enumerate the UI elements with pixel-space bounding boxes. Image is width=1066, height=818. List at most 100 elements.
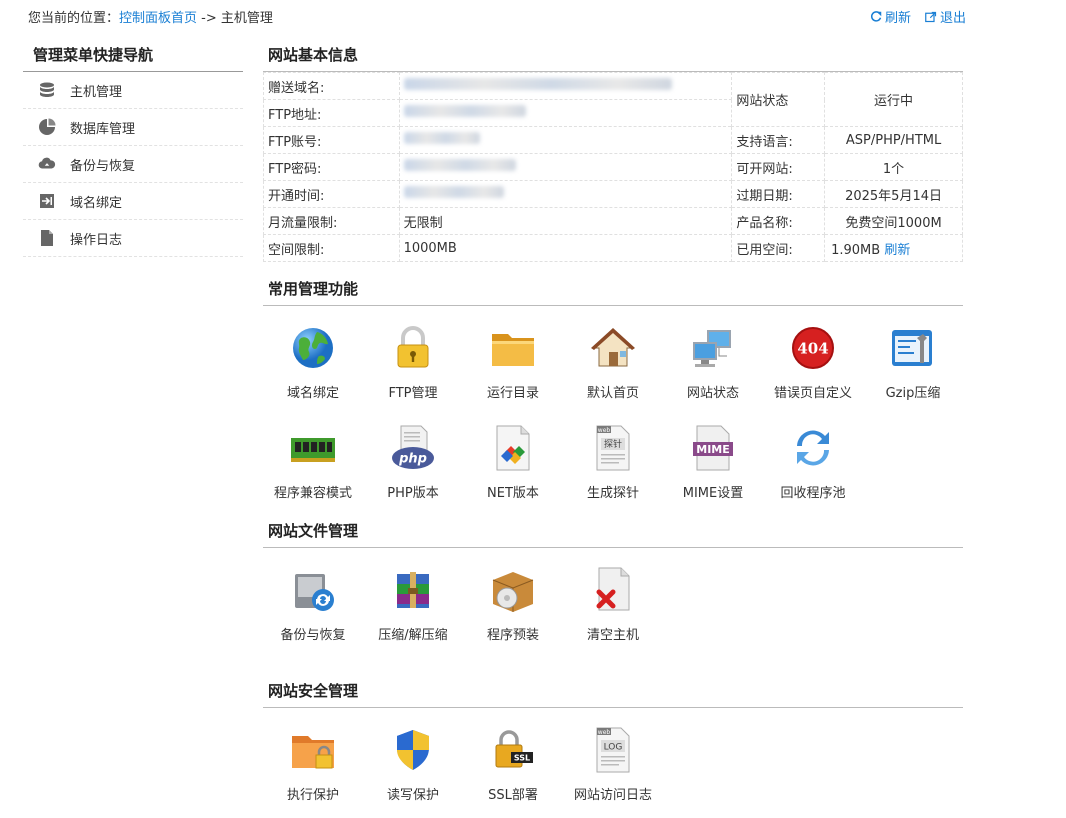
tile-gzip[interactable]: Gzip压缩 [863,318,963,418]
tile-backup-restore[interactable]: 备份与恢复 [263,560,363,660]
sidebar-item-label: 主机管理 [70,84,123,100]
tile-label: 备份与恢复 [280,628,346,643]
ssl-lock-icon: SSL [489,726,537,774]
used-refresh-link[interactable]: 刷新 [884,243,910,258]
tile-label: 默认首页 [586,386,639,401]
section-security: 网站安全管理 执行保护 读写保护 SSL SSL部署 web LOG 网站访问日志 [263,678,963,818]
label-ftp-address: FTP地址: [263,99,400,127]
sidebar-item-label: 操作日志 [70,232,123,248]
value-traffic: 无限制 [398,207,733,235]
breadcrumb-separator: -> [197,11,221,26]
tile-label: FTP管理 [388,386,438,401]
tile-label: 域名绑定 [286,386,339,401]
tile-label: 执行保护 [286,788,339,803]
globe-icon [289,324,337,372]
value-ftp-user [398,126,733,154]
tile-label: 网站状态 [686,386,739,401]
tile-default-page[interactable]: 默认首页 [563,318,663,418]
tile-ssl[interactable]: SSL SSL部署 [463,720,563,818]
log-text: LOG [604,743,623,753]
label-status: 网站状态 [731,72,826,127]
sidebar-title: 管理菜单快捷导航 [23,42,243,72]
tile-access-log[interactable]: web LOG 网站访问日志 [563,720,663,818]
install-box-icon [489,566,537,614]
delete-document-icon [589,566,637,614]
tile-domain-binding[interactable]: 域名绑定 [263,318,363,418]
tile-php-version[interactable]: php PHP版本 [363,418,463,518]
mime-document-icon: MIME [689,424,737,472]
tile-compat-mode[interactable]: 程序兼容模式 [263,418,363,518]
refresh-link[interactable]: 刷新 [870,7,911,26]
log-document-icon: web LOG [589,726,637,774]
breadcrumb: 您当前的位置：控制面板首页 -> 主机管理 [28,7,273,26]
gzip-tool-icon [889,324,937,372]
php-icon: php [389,424,437,472]
error-404-text: 404 [797,340,828,358]
value-used: 1.90MB 刷新 [824,234,963,262]
php-text: php [398,452,427,467]
info-table: 赠送域名: 网站状态 运行中 FTP地址: FTP账号: 支持语言: ASP/P… [263,72,963,262]
refresh-icon [870,10,882,22]
tile-site-status[interactable]: 网站状态 [663,318,763,418]
folder-icon [489,324,537,372]
mime-text: MIME [696,443,730,456]
tile-ftp-manage[interactable]: FTP管理 [363,318,463,418]
sidebar-item-label: 数据库管理 [70,121,136,137]
sidebar-item-database[interactable]: 数据库管理 [23,109,243,146]
tile-label: 程序兼容模式 [273,486,352,501]
error-404-icon: 404 [789,324,837,372]
tile-net-version[interactable]: NET版本 [463,418,563,518]
label-open-time: 开通时间: [263,180,400,208]
tile-probe[interactable]: web 探针 生成探针 [563,418,663,518]
tile-error-page[interactable]: 404 错误页自定义 [763,318,863,418]
net-document-icon [489,424,537,472]
tile-label: 读写保护 [386,788,439,803]
house-icon [589,324,637,372]
tile-run-directory[interactable]: 运行目录 [463,318,563,418]
tile-preinstall[interactable]: 程序预装 [463,560,563,660]
tile-label: PHP版本 [387,486,439,501]
logout-icon [925,11,937,22]
tile-recycle-pool[interactable]: 回收程序池 [763,418,863,518]
sidebar-item-backup[interactable]: 备份与恢复 [23,146,243,183]
value-ftp-password [398,153,733,181]
locked-folder-icon [289,726,337,774]
padlock-icon [389,324,437,372]
network-computers-icon [689,324,737,372]
memory-chip-icon [289,424,337,472]
sidebar-item-host[interactable]: 主机管理 [23,72,243,109]
section-title-common: 常用管理功能 [263,276,963,306]
label-sites: 可开网站: [731,153,826,181]
recycle-arrows-icon [789,424,837,472]
database-icon [23,81,70,99]
label-traffic: 月流量限制: [263,207,400,235]
sidebar: 管理菜单快捷导航 主机管理 数据库管理 备份与恢复 域名绑定 操作日志 [23,42,243,257]
section-files: 网站文件管理 备份与恢复 压缩/解压缩 程序预装 清空主机 [263,518,963,660]
probe-document-icon: web 探针 [589,424,637,472]
cloud-icon [23,155,70,173]
tile-label: 清空主机 [586,628,639,643]
value-space: 1000MB [398,234,733,262]
logout-link[interactable]: 退出 [925,7,966,26]
breadcrumb-current: 主机管理 [220,11,273,26]
label-domain: 赠送域名: [263,72,400,100]
label-language: 支持语言: [731,126,826,154]
tile-label: 压缩/解压缩 [378,628,448,643]
section-title-security: 网站安全管理 [263,678,963,708]
sidebar-item-domain[interactable]: 域名绑定 [23,183,243,220]
value-sites: 1个 [824,153,963,181]
shield-icon [389,726,437,774]
tile-mime[interactable]: MIME MIME设置 [663,418,763,518]
sidebar-item-log[interactable]: 操作日志 [23,220,243,257]
label-space: 空间限制: [263,234,400,262]
breadcrumb-home-link[interactable]: 控制面板首页 [119,11,197,26]
backup-disk-icon [289,566,337,614]
probe-web-text: web [598,427,611,434]
label-ftp-password: FTP密码: [263,153,400,181]
tile-rw-protect[interactable]: 读写保护 [363,720,463,818]
tile-compress[interactable]: 压缩/解压缩 [363,560,463,660]
tile-clear-host[interactable]: 清空主机 [563,560,663,660]
section-common: 常用管理功能 域名绑定 FTP管理 运行目录 默认首页 网站状态 404 错误页… [263,276,963,518]
tile-exec-protect[interactable]: 执行保护 [263,720,363,818]
value-expire: 2025年5月14日 [824,180,963,208]
